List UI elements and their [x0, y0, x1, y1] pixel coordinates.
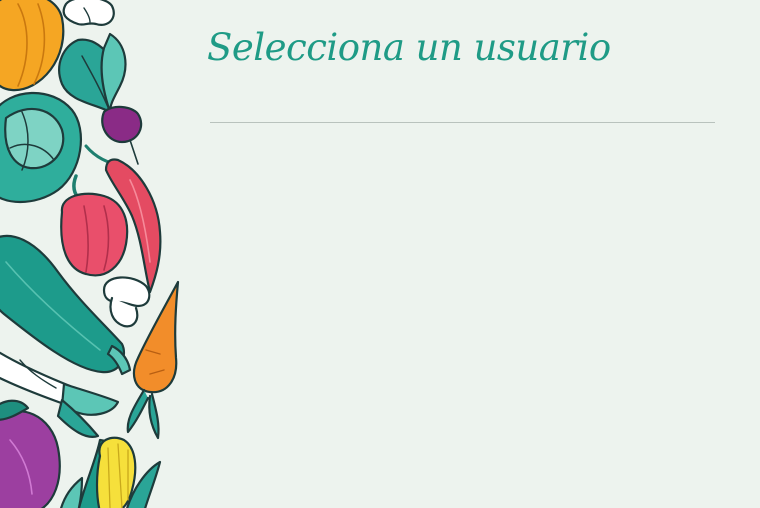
eggplant-icon — [0, 399, 61, 508]
pumpkin-icon — [0, 0, 65, 92]
page-title: Selecciona un usuario — [207, 26, 611, 69]
title-divider — [210, 122, 715, 123]
vegetables-illustration — [0, 0, 180, 508]
cabbage-icon — [0, 91, 82, 204]
mushroom-icon — [62, 0, 115, 26]
user-list — [210, 140, 715, 480]
mushroom-icon — [102, 276, 151, 328]
corn-icon — [60, 436, 162, 508]
